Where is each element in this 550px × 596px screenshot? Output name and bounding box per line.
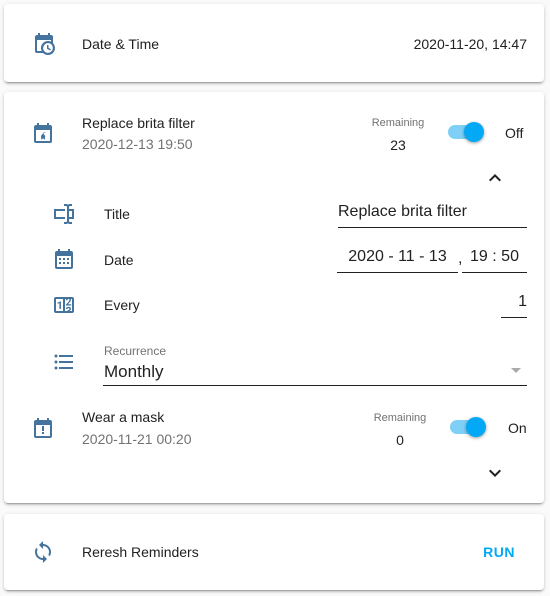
reminder-date: 2020-11-21 00:20 xyxy=(82,431,192,447)
chevron-down-icon[interactable] xyxy=(483,461,507,485)
refresh-label: Reresh Reminders xyxy=(82,544,199,560)
reminder-title: Wear a mask xyxy=(82,409,165,425)
refresh-card: Reresh Reminders RUN xyxy=(4,514,544,590)
reminder-state: Off xyxy=(505,125,524,141)
recurrence-label: Recurrence xyxy=(104,344,167,358)
numeric-icon xyxy=(54,297,74,313)
calendar-alert-icon xyxy=(34,418,52,438)
title-input[interactable]: Replace brita filter xyxy=(338,200,527,228)
datetime-value: 2020-11-20, 14:47 xyxy=(413,36,527,52)
remaining-value: 0 xyxy=(396,432,404,448)
refresh-icon xyxy=(35,541,51,563)
chevron-up-icon[interactable] xyxy=(483,166,507,190)
time-input[interactable]: 19 : 50 xyxy=(462,245,527,273)
every-input[interactable]: 1 xyxy=(501,290,527,318)
recurrence-select[interactable]: Recurrence Monthly xyxy=(103,342,527,386)
reminder-toggle[interactable] xyxy=(448,417,486,437)
reminder-date: 2020-12-13 19:50 xyxy=(82,136,193,152)
remaining-value: 23 xyxy=(390,137,406,153)
run-button[interactable]: RUN xyxy=(483,544,515,560)
title-label: Title xyxy=(104,206,130,222)
remaining-label: Remaining xyxy=(371,117,425,129)
dropdown-arrow-icon xyxy=(511,368,521,373)
datetime-card: Date & Time 2020-11-20, 14:47 xyxy=(4,4,544,82)
date-input[interactable]: 2020 - 11 - 13 xyxy=(337,245,458,273)
recurrence-value: Monthly xyxy=(104,362,164,381)
calendar-star-icon xyxy=(34,123,52,143)
reminder-state: On xyxy=(508,420,527,436)
format-list-bulleted-icon xyxy=(54,354,73,370)
datetime-label: Date & Time xyxy=(82,36,160,52)
every-label: Every xyxy=(104,297,140,313)
remaining-label: Remaining xyxy=(373,412,427,424)
reminder-toggle[interactable] xyxy=(446,122,484,142)
reminder-title: Replace brita filter xyxy=(82,115,195,131)
date-label: Date xyxy=(104,252,134,268)
form-textbox-icon xyxy=(54,204,74,224)
calendar-clock-icon xyxy=(35,33,55,55)
calendar-icon xyxy=(55,249,73,269)
reminders-card: Replace brita filter 2020-12-13 19:50 Re… xyxy=(4,92,544,503)
